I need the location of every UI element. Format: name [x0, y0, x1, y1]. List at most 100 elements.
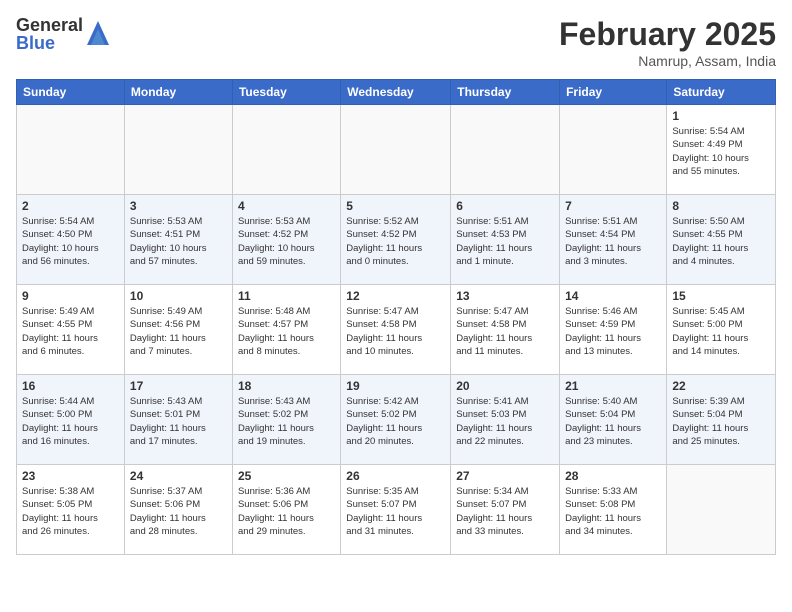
day-info: Sunrise: 5:35 AM Sunset: 5:07 PM Dayligh… — [346, 485, 445, 538]
day-number: 5 — [346, 199, 445, 213]
table-row: 17 Sunrise: 5:43 AM Sunset: 5:01 PM Dayli… — [124, 375, 232, 465]
calendar-week-row: 16 Sunrise: 5:44 AM Sunset: 5:00 PM Dayli… — [17, 375, 776, 465]
day-number: 28 — [565, 469, 661, 483]
day-info: Sunrise: 5:52 AM Sunset: 4:52 PM Dayligh… — [346, 215, 445, 268]
table-row: 22 Sunrise: 5:39 AM Sunset: 5:04 PM Dayli… — [667, 375, 776, 465]
day-info: Sunrise: 5:43 AM Sunset: 5:02 PM Dayligh… — [238, 395, 335, 448]
table-row — [560, 105, 667, 195]
day-number: 20 — [456, 379, 554, 393]
table-row: 1 Sunrise: 5:54 AM Sunset: 4:49 PM Daylig… — [667, 105, 776, 195]
logo: General Blue — [16, 16, 111, 52]
table-row: 9 Sunrise: 5:49 AM Sunset: 4:55 PM Daylig… — [17, 285, 125, 375]
table-row: 27 Sunrise: 5:34 AM Sunset: 5:07 PM Dayli… — [451, 465, 560, 555]
calendar-week-row: 23Sunrise: 5:38 AM Sunset: 5:05 PM Dayli… — [17, 465, 776, 555]
table-row: 20 Sunrise: 5:41 AM Sunset: 5:03 PM Dayli… — [451, 375, 560, 465]
day-number: 19 — [346, 379, 445, 393]
day-number: 7 — [565, 199, 661, 213]
day-info: Sunrise: 5:33 AM Sunset: 5:08 PM Dayligh… — [565, 485, 661, 538]
day-number: 11 — [238, 289, 335, 303]
day-info: Sunrise: 5:49 AM Sunset: 4:56 PM Dayligh… — [130, 305, 227, 358]
table-row: 5 Sunrise: 5:52 AM Sunset: 4:52 PM Daylig… — [341, 195, 451, 285]
day-info: Sunrise: 5:49 AM Sunset: 4:55 PM Dayligh… — [22, 305, 119, 358]
day-info: Sunrise: 5:54 AM Sunset: 4:49 PM Dayligh… — [672, 125, 770, 178]
table-row: 19Sunrise: 5:42 AM Sunset: 5:02 PM Dayli… — [341, 375, 451, 465]
logo-text: General Blue — [16, 16, 83, 52]
col-thursday: Thursday — [451, 80, 560, 105]
table-row — [232, 105, 340, 195]
day-info: Sunrise: 5:43 AM Sunset: 5:01 PM Dayligh… — [130, 395, 227, 448]
day-number: 9 — [22, 289, 119, 303]
day-number: 16 — [22, 379, 119, 393]
day-info: Sunrise: 5:46 AM Sunset: 4:59 PM Dayligh… — [565, 305, 661, 358]
table-row — [341, 105, 451, 195]
table-row: 4Sunrise: 5:53 AM Sunset: 4:52 PM Daylig… — [232, 195, 340, 285]
col-monday: Monday — [124, 80, 232, 105]
day-number: 24 — [130, 469, 227, 483]
day-info: Sunrise: 5:54 AM Sunset: 4:50 PM Dayligh… — [22, 215, 119, 268]
day-number: 23 — [22, 469, 119, 483]
table-row: 25Sunrise: 5:36 AM Sunset: 5:06 PM Dayli… — [232, 465, 340, 555]
calendar-week-row: 2 Sunrise: 5:54 AM Sunset: 4:50 PM Daylig… — [17, 195, 776, 285]
table-row: 3Sunrise: 5:53 AM Sunset: 4:51 PM Daylig… — [124, 195, 232, 285]
day-number: 14 — [565, 289, 661, 303]
location: Namrup, Assam, India — [559, 53, 776, 69]
day-info: Sunrise: 5:50 AM Sunset: 4:55 PM Dayligh… — [672, 215, 770, 268]
day-info: Sunrise: 5:39 AM Sunset: 5:04 PM Dayligh… — [672, 395, 770, 448]
table-row: 21 Sunrise: 5:40 AM Sunset: 5:04 PM Dayli… — [560, 375, 667, 465]
table-row: 2 Sunrise: 5:54 AM Sunset: 4:50 PM Daylig… — [17, 195, 125, 285]
table-row: 23Sunrise: 5:38 AM Sunset: 5:05 PM Dayli… — [17, 465, 125, 555]
table-row: 18 Sunrise: 5:43 AM Sunset: 5:02 PM Dayli… — [232, 375, 340, 465]
day-info: Sunrise: 5:37 AM Sunset: 5:06 PM Dayligh… — [130, 485, 227, 538]
day-info: Sunrise: 5:45 AM Sunset: 5:00 PM Dayligh… — [672, 305, 770, 358]
day-number: 6 — [456, 199, 554, 213]
col-sunday: Sunday — [17, 80, 125, 105]
day-number: 26 — [346, 469, 445, 483]
day-number: 18 — [238, 379, 335, 393]
col-tuesday: Tuesday — [232, 80, 340, 105]
day-info: Sunrise: 5:44 AM Sunset: 5:00 PM Dayligh… — [22, 395, 119, 448]
header: General Blue February 2025 Namrup, Assam… — [16, 16, 776, 69]
table-row: 6Sunrise: 5:51 AM Sunset: 4:53 PM Daylig… — [451, 195, 560, 285]
day-number: 25 — [238, 469, 335, 483]
day-number: 13 — [456, 289, 554, 303]
title-section: February 2025 Namrup, Assam, India — [559, 16, 776, 69]
month-title: February 2025 — [559, 16, 776, 53]
calendar-header-row: Sunday Monday Tuesday Wednesday Thursday… — [17, 80, 776, 105]
table-row — [667, 465, 776, 555]
logo-blue: Blue — [16, 34, 83, 52]
table-row: 7 Sunrise: 5:51 AM Sunset: 4:54 PM Daylig… — [560, 195, 667, 285]
day-info: Sunrise: 5:34 AM Sunset: 5:07 PM Dayligh… — [456, 485, 554, 538]
day-number: 27 — [456, 469, 554, 483]
day-info: Sunrise: 5:41 AM Sunset: 5:03 PM Dayligh… — [456, 395, 554, 448]
table-row: 10 Sunrise: 5:49 AM Sunset: 4:56 PM Dayli… — [124, 285, 232, 375]
col-saturday: Saturday — [667, 80, 776, 105]
table-row: 12 Sunrise: 5:47 AM Sunset: 4:58 PM Dayli… — [341, 285, 451, 375]
table-row: 16 Sunrise: 5:44 AM Sunset: 5:00 PM Dayli… — [17, 375, 125, 465]
day-number: 22 — [672, 379, 770, 393]
table-row: 24 Sunrise: 5:37 AM Sunset: 5:06 PM Dayli… — [124, 465, 232, 555]
day-info: Sunrise: 5:51 AM Sunset: 4:54 PM Dayligh… — [565, 215, 661, 268]
col-wednesday: Wednesday — [341, 80, 451, 105]
day-number: 17 — [130, 379, 227, 393]
calendar-table: Sunday Monday Tuesday Wednesday Thursday… — [16, 79, 776, 555]
table-row — [17, 105, 125, 195]
table-row: 28 Sunrise: 5:33 AM Sunset: 5:08 PM Dayli… — [560, 465, 667, 555]
day-number: 8 — [672, 199, 770, 213]
day-info: Sunrise: 5:47 AM Sunset: 4:58 PM Dayligh… — [456, 305, 554, 358]
day-number: 2 — [22, 199, 119, 213]
table-row: 11Sunrise: 5:48 AM Sunset: 4:57 PM Dayli… — [232, 285, 340, 375]
table-row: 15Sunrise: 5:45 AM Sunset: 5:00 PM Dayli… — [667, 285, 776, 375]
day-info: Sunrise: 5:40 AM Sunset: 5:04 PM Dayligh… — [565, 395, 661, 448]
logo-icon — [85, 19, 111, 49]
day-number: 10 — [130, 289, 227, 303]
table-row: 8 Sunrise: 5:50 AM Sunset: 4:55 PM Daylig… — [667, 195, 776, 285]
table-row — [124, 105, 232, 195]
day-info: Sunrise: 5:47 AM Sunset: 4:58 PM Dayligh… — [346, 305, 445, 358]
day-number: 21 — [565, 379, 661, 393]
calendar-week-row: 1 Sunrise: 5:54 AM Sunset: 4:49 PM Daylig… — [17, 105, 776, 195]
col-friday: Friday — [560, 80, 667, 105]
table-row — [451, 105, 560, 195]
day-info: Sunrise: 5:53 AM Sunset: 4:51 PM Dayligh… — [130, 215, 227, 268]
day-number: 1 — [672, 109, 770, 123]
day-number: 12 — [346, 289, 445, 303]
